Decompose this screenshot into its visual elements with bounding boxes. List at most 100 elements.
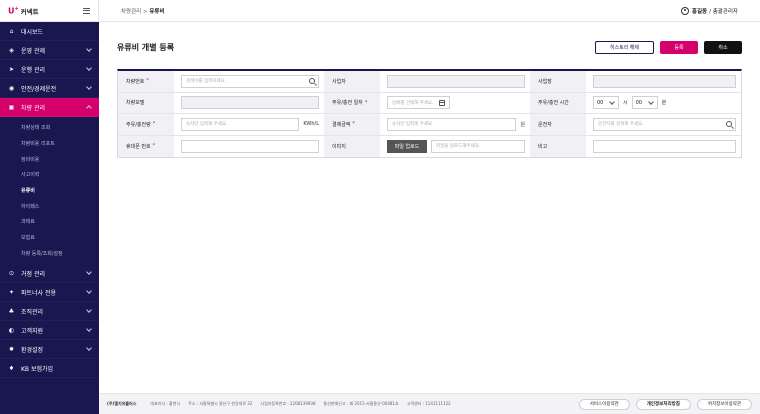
chevron-down-icon bbox=[86, 307, 92, 314]
cancel-button[interactable]: 취소 bbox=[704, 40, 742, 54]
required-mark: * bbox=[364, 99, 368, 106]
phone-input[interactable] bbox=[181, 139, 319, 153]
sidebar-item-label: 환경설정 bbox=[21, 346, 44, 354]
user-name: 홍길동 bbox=[691, 8, 708, 15]
sidebar-item-label: 운영 관제 bbox=[21, 47, 45, 55]
sidebar-item-monitor[interactable]: ◈ 운영 관제 bbox=[0, 41, 99, 60]
submenu-item[interactable]: 하이패스 bbox=[0, 198, 99, 214]
submenu-item[interactable]: 유류비 bbox=[0, 183, 99, 199]
site-label: 사업장 bbox=[530, 71, 586, 92]
memo-label: 비고 bbox=[530, 135, 586, 157]
sidebar-item-shield[interactable]: ◉ 안전/경제운전 bbox=[0, 79, 99, 98]
brand-header: U+ 커넥트 bbox=[0, 0, 99, 22]
menu-toggle-icon[interactable] bbox=[83, 7, 90, 14]
search-icon[interactable] bbox=[726, 120, 732, 127]
location-icon: ⊙ bbox=[8, 269, 15, 277]
required-mark: * bbox=[352, 121, 355, 128]
submenu-item[interactable]: 차량비용 리포트 bbox=[0, 136, 99, 152]
file-upload-button[interactable]: 파일 업로드 bbox=[387, 139, 427, 153]
calendar-icon[interactable] bbox=[439, 100, 445, 107]
sidebar-item-org[interactable]: ♣ 조직관리 bbox=[0, 302, 99, 322]
submenu-item[interactable]: 과태료 bbox=[0, 214, 99, 230]
payment-unit: 원 bbox=[520, 121, 525, 128]
sidebar-item-gear[interactable]: ✹ 환경설정 bbox=[0, 340, 99, 360]
required-mark: * bbox=[152, 121, 156, 128]
amount-input[interactable]: 숫자만 입력해 주세요. bbox=[181, 117, 300, 131]
sidebar-item-label: 파트너사 전용 bbox=[21, 289, 57, 297]
chevron-down-icon bbox=[86, 84, 92, 90]
topbar: 차량관리 > 유류비 홍길동 / 총괄관리자 bbox=[99, 0, 760, 22]
chevron-down-icon bbox=[86, 326, 92, 333]
sidebar-item-partner[interactable]: ✦ 파트너사 전용 bbox=[0, 283, 99, 303]
chevron-down-icon bbox=[86, 345, 92, 352]
amount-unit: KWh/L bbox=[303, 121, 319, 128]
vehicle-no-label: 차량번호 * bbox=[118, 71, 174, 92]
partner-icon: ✦ bbox=[8, 288, 15, 296]
gear-icon: ✹ bbox=[8, 345, 15, 353]
dashboard-icon: ⌂ bbox=[9, 27, 14, 35]
sidebar-submenu: 차량상태 조회 차량비용 리포트 정비비용 사고이력 유류비 하이패스 과태료 보험료 차량 등… bbox=[0, 117, 99, 265]
site-field bbox=[593, 74, 736, 88]
monitor-icon: ◈ bbox=[9, 46, 14, 54]
footer-contact: 고객센터 : 1141111122 bbox=[406, 401, 451, 406]
sidebar-item-location[interactable]: ⊙ 거점 관리 bbox=[0, 264, 99, 284]
submenu-item[interactable]: 차량상태 조회 bbox=[0, 120, 99, 136]
main-content: 유류비 개별 등록 히스토리 해제 등록 취소 차량번호 * 검색어를 입력하세요… bbox=[99, 22, 760, 393]
breadcrumb: 차량관리 > 유류비 bbox=[121, 7, 165, 15]
insurance-icon: ♦ bbox=[8, 364, 15, 372]
support-icon: ◐ bbox=[8, 326, 15, 334]
privacy-link[interactable]: 개인정보처리방침 bbox=[635, 398, 691, 410]
terms-link[interactable]: 서비스이용약관 bbox=[578, 398, 630, 410]
payment-label: 결제금액 * bbox=[324, 114, 380, 135]
submenu-item[interactable]: 보험료 bbox=[0, 230, 99, 246]
brand-name: 커넥트 bbox=[20, 7, 39, 16]
sidebar-item-insurance[interactable]: ♦ KB 보험가입 bbox=[0, 359, 99, 379]
date-input[interactable]: 날짜를 선택해 주세요. bbox=[387, 96, 450, 110]
submenu-item[interactable]: 정비비용 bbox=[0, 151, 99, 167]
sidebar-item-label: 운행 관리 bbox=[21, 66, 45, 74]
sidebar-item-send[interactable]: ➤ 운행 관리 bbox=[0, 60, 99, 79]
chevron-down-icon bbox=[86, 105, 92, 111]
chevron-down-icon bbox=[86, 288, 92, 295]
search-icon[interactable] bbox=[309, 77, 315, 84]
vehicle-no-input[interactable]: 검색어를 입력하세요. bbox=[181, 74, 319, 88]
sidebar-item-support[interactable]: ◐ 고객지원 bbox=[0, 321, 99, 341]
register-button[interactable]: 등록 bbox=[660, 40, 698, 54]
brand-logo[interactable]: U+ bbox=[8, 6, 19, 16]
sidebar-item-car[interactable]: ▣ 차량 관리 bbox=[0, 98, 99, 117]
business-label: 사업자 bbox=[324, 71, 380, 92]
footer-links: 서비스이용약관 개인정보처리방침 위치정보이용약관 bbox=[578, 398, 752, 410]
send-icon: ➤ bbox=[8, 65, 15, 73]
history-clear-button[interactable]: 히스토리 해제 bbox=[595, 40, 654, 54]
hour-select[interactable]: 00 bbox=[593, 96, 619, 110]
minute-unit: 분 bbox=[661, 100, 667, 107]
fuel-cost-form: 차량번호 * 검색어를 입력하세요. 사업자 사업장 차량모델 주유/충전 일자 *… bbox=[117, 69, 742, 158]
user-menu[interactable]: 홍길동 / 총괄관리자 bbox=[680, 6, 738, 15]
sidebar-item-dashboard[interactable]: ⌂ 대시보드 bbox=[0, 22, 99, 41]
form-row: 휴대폰 번호 * 이미지 파일 업로드 파일을 업로드해주세요. 비고 bbox=[118, 135, 741, 157]
image-label: 이미지 bbox=[324, 135, 380, 157]
required-mark: * bbox=[146, 78, 149, 85]
phone-label: 휴대폰 번호 * bbox=[118, 135, 174, 157]
sidebar-item-label: 조직관리 bbox=[21, 308, 44, 316]
location-terms-link[interactable]: 위치정보이용약관 bbox=[696, 398, 752, 410]
minute-select[interactable]: 00 bbox=[631, 96, 658, 110]
driver-input[interactable]: 운전자를 검색해 주세요. bbox=[593, 117, 736, 131]
breadcrumb-current: 유류비 bbox=[149, 8, 165, 15]
sidebar-menu: ⌂ 대시보드 ◈ 운영 관제 ➤ 운행 관리 ◉ 안전/경제운전 ▣ 차량 관리 bbox=[0, 22, 99, 117]
submenu-item[interactable]: 차량 등록/조회/설정 bbox=[0, 246, 99, 262]
footer-biz-no: 사업자등록번호 : 2208139938 bbox=[260, 401, 316, 406]
chevron-down-icon bbox=[86, 269, 92, 276]
file-name-field: 파일을 업로드해주세요. bbox=[431, 139, 525, 153]
sidebar-menu-bottom: ⊙ 거점 관리 ✦ 파트너사 전용 ♣ 조직관리 ◐ 고객지원 ✹ 환경설정 ♦ KB 보험가입 bbox=[0, 264, 99, 379]
footer-company: (주)엘지유플러스 bbox=[107, 401, 137, 406]
submenu-item[interactable]: 사고이력 bbox=[0, 167, 99, 183]
breadcrumb-parent[interactable]: 차량관리 bbox=[121, 9, 141, 15]
page-header: 유류비 개별 등록 히스토리 해제 등록 취소 bbox=[117, 22, 742, 72]
user-role: / 총괄관리자 bbox=[709, 8, 738, 15]
sidebar-item-label: 차량 관리 bbox=[21, 104, 45, 112]
chevron-down-icon bbox=[86, 65, 92, 71]
payment-input[interactable]: 숫자만 입력해 주세요. bbox=[387, 117, 517, 131]
sidebar-item-label: 안전/경제운전 bbox=[21, 85, 57, 93]
memo-input[interactable] bbox=[593, 139, 736, 153]
